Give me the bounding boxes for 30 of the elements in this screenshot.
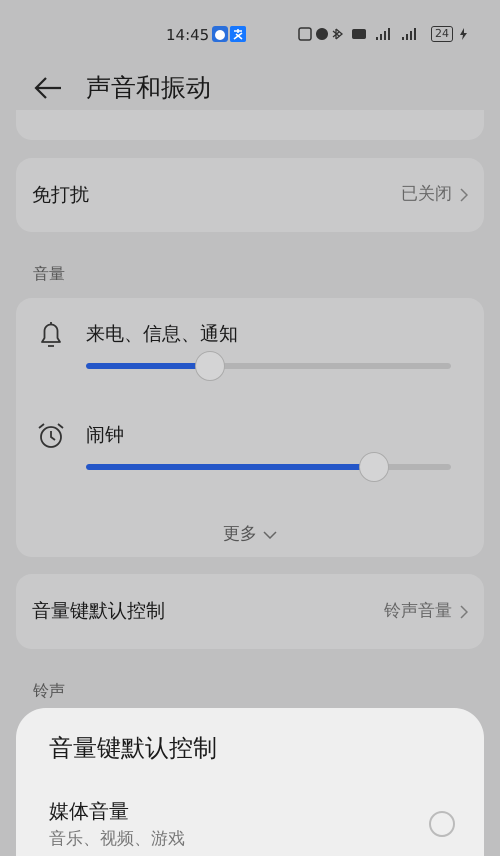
slider-label: 来电、信息、通知 [86,322,238,347]
row-label: 音量键默认控制 [32,599,165,624]
slider-label: 闹钟 [86,423,124,448]
status-time: 14:45 [166,25,210,46]
app-notification-icon [230,26,246,42]
chevron-right-icon [460,604,468,618]
section-title: 铃声 [33,681,65,700]
back-arrow-icon[interactable] [34,76,62,100]
volume-key-row[interactable]: 音量键默认控制 铃声音量 [16,574,484,649]
more-button[interactable]: 更多 [223,522,277,548]
charging-icon [460,28,467,40]
do-not-disturb-row[interactable]: 免打扰 已关闭 [16,158,484,232]
row-value: 铃声音量 [384,600,452,623]
slider-thumb[interactable] [359,452,390,482]
row-label: 免打扰 [32,182,89,208]
row-value: 已关闭 [401,183,452,206]
page-title: 声音和振动 [86,72,211,104]
chevron-down-icon [263,530,277,539]
section-title: 音量 [33,264,65,283]
radio-button[interactable] [429,811,455,837]
chevron-right-icon [460,188,468,202]
volume-slider[interactable] [86,452,451,482]
option-label: 媒体音量 [49,798,129,825]
option-description: 音乐、视频、游戏 [49,828,185,851]
battery-indicator: 24 [431,26,453,42]
volume-slider[interactable] [86,351,451,381]
alarm-clock-icon [36,421,66,451]
slider-thumb[interactable] [195,351,226,381]
sheet-title: 音量键默认控制 [49,733,218,764]
app-notification-icon [212,26,228,42]
